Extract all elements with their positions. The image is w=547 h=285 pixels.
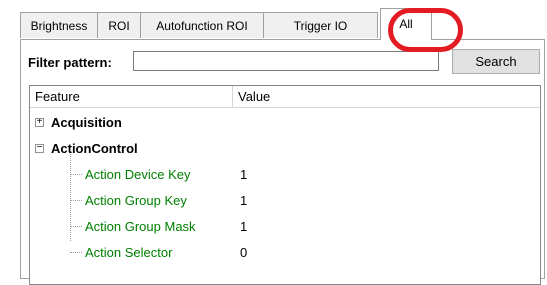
feature-name: Action Group Mask (85, 219, 196, 234)
category-row-acquisition[interactable]: + Acquisition (30, 110, 540, 136)
feature-name: Action Device Key (85, 167, 191, 182)
expand-icon[interactable]: + (35, 118, 44, 127)
feature-value[interactable]: 1 (240, 162, 247, 188)
category-label: ActionControl (51, 141, 138, 156)
feature-row-action-selector[interactable]: Action Selector 0 (30, 240, 540, 266)
tab-roi[interactable]: ROI (97, 12, 141, 38)
feature-row-action-device-key[interactable]: Action Device Key 1 (30, 162, 540, 188)
feature-name: Action Group Key (85, 193, 187, 208)
filter-pattern-label: Filter pattern: (28, 55, 112, 70)
column-header-value[interactable]: Value (233, 86, 540, 108)
collapse-icon[interactable]: − (35, 144, 44, 153)
feature-value[interactable]: 1 (240, 188, 247, 214)
filter-pattern-input[interactable] (133, 51, 439, 71)
category-label: Acquisition (51, 115, 122, 130)
tab-strip: Brightness ROI Autofunction ROI Trigger … (20, 8, 545, 52)
tab-autofunction-roi[interactable]: Autofunction ROI (140, 12, 264, 38)
tab-brightness[interactable]: Brightness (20, 12, 98, 38)
grid-header: Feature Value (30, 86, 540, 108)
tab-panel-all: Filter pattern: Search Feature Value + A… (20, 39, 545, 285)
feature-value[interactable]: 0 (240, 240, 247, 266)
feature-name: Action Selector (85, 245, 173, 260)
feature-row-action-group-mask[interactable]: Action Group Mask 1 (30, 214, 540, 240)
feature-row-action-group-key[interactable]: Action Group Key 1 (30, 188, 540, 214)
column-header-feature[interactable]: Feature (30, 86, 233, 108)
tab-trigger-io[interactable]: Trigger IO (263, 12, 378, 38)
category-row-actioncontrol[interactable]: − ActionControl (30, 136, 540, 162)
tab-all[interactable]: All (380, 8, 432, 40)
search-button[interactable]: Search (452, 49, 540, 74)
feature-value[interactable]: 1 (240, 214, 247, 240)
feature-grid[interactable]: Feature Value + Acquisition − ActionCont… (29, 85, 541, 285)
